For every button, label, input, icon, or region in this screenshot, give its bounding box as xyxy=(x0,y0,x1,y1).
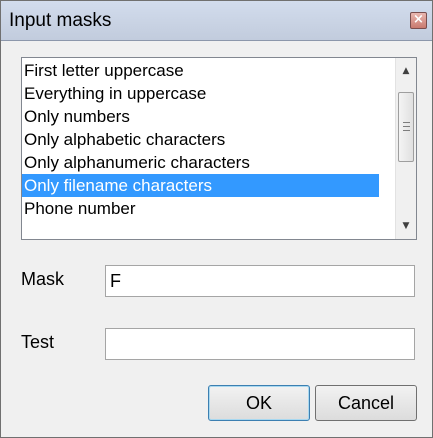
list-item[interactable]: Only alphanumeric characters xyxy=(22,151,379,174)
list-scrollbar[interactable]: ▲ ▼ xyxy=(395,58,416,239)
grip-line-icon xyxy=(403,126,410,127)
ok-button[interactable]: OK xyxy=(208,385,310,421)
masks-listbox[interactable]: First letter uppercase Everything in upp… xyxy=(21,57,417,240)
test-label: Test xyxy=(21,332,55,352)
list-item[interactable]: Only alphabetic characters xyxy=(22,128,379,151)
list-item[interactable]: Phone number xyxy=(22,197,379,220)
scroll-thumb[interactable] xyxy=(398,92,414,162)
list-item[interactable]: Only numbers xyxy=(22,105,379,128)
grip-line-icon xyxy=(403,122,410,123)
list-item[interactable]: Only filename characters xyxy=(22,174,379,197)
title-bar[interactable]: Input masks × xyxy=(1,1,432,41)
dialog-title: Input masks xyxy=(9,10,112,31)
scroll-up-arrow-icon[interactable]: ▲ xyxy=(396,62,416,80)
list-item[interactable]: Everything in uppercase xyxy=(22,82,379,105)
input-masks-dialog: Input masks × First letter uppercase Eve… xyxy=(0,0,433,438)
mask-label: Mask xyxy=(21,269,65,289)
grip-line-icon xyxy=(403,130,410,131)
masks-list-items: First letter uppercase Everything in upp… xyxy=(22,59,379,220)
cancel-button[interactable]: Cancel xyxy=(315,385,417,421)
scroll-down-arrow-icon[interactable]: ▼ xyxy=(396,217,416,235)
test-input[interactable] xyxy=(105,328,415,360)
close-icon[interactable]: × xyxy=(410,12,427,29)
mask-input[interactable] xyxy=(105,265,415,297)
list-item[interactable]: First letter uppercase xyxy=(22,59,379,82)
